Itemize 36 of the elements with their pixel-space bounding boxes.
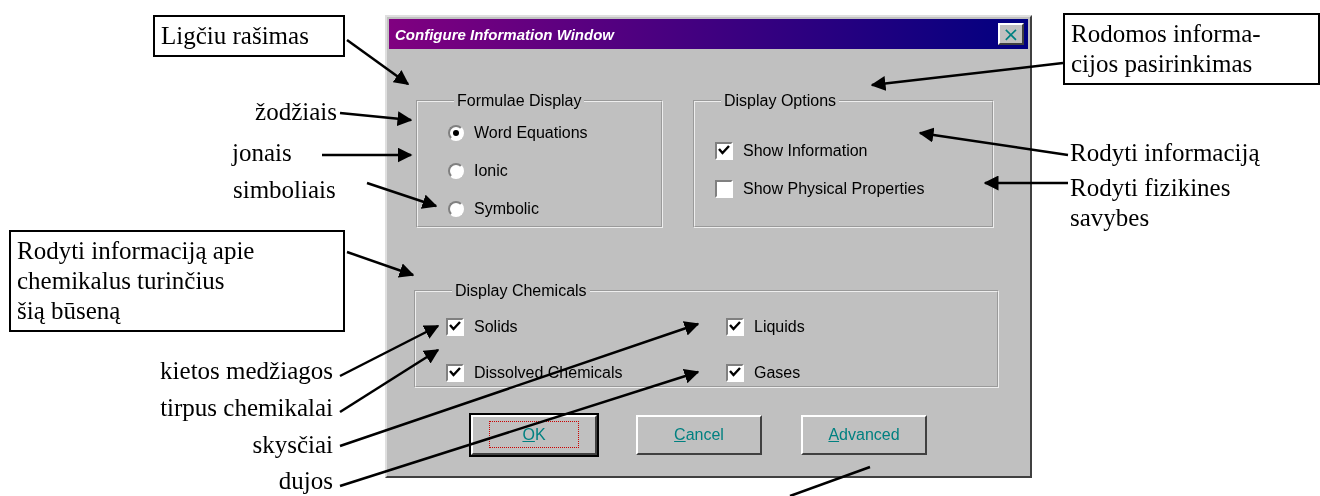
checkbox[interactable] (446, 364, 464, 382)
radio-label[interactable]: Symbolic (474, 200, 539, 218)
radio-button[interactable] (448, 163, 464, 179)
callout-text: skysčiai (252, 430, 333, 460)
callout-text: jonais (232, 138, 292, 168)
radio-button[interactable] (448, 125, 464, 141)
group-title: Formulae Display (456, 92, 583, 110)
callout-text: Rodyti fizikines savybes (1070, 173, 1231, 233)
radio-button[interactable] (448, 201, 464, 217)
checkbox-label[interactable]: Show Physical Properties (743, 180, 925, 198)
checkbox[interactable] (446, 318, 464, 336)
callout-text: Rodyti informaciją (1070, 138, 1260, 168)
arrow (366, 181, 438, 209)
radio-label[interactable]: Word Equations (474, 124, 588, 142)
group-title: Display Chemicals (454, 282, 588, 300)
radio-label[interactable]: Ionic (474, 162, 508, 180)
window-title: Configure Information Window (395, 25, 614, 43)
checkbox[interactable] (726, 318, 744, 336)
checkbox[interactable] (715, 180, 733, 198)
checkbox-label[interactable]: Dissolved Chemicals (474, 364, 623, 382)
callout-text: Rodomos informa- cijos pasirinkimas (1063, 13, 1320, 85)
checkbox-label[interactable]: Gases (754, 364, 801, 382)
group-title: Display Options (723, 92, 838, 110)
callout-text: Ligčiu rašimas (153, 15, 345, 57)
checkbox-label[interactable]: Show Information (743, 142, 868, 160)
callout-text: kietos medžiagos (160, 356, 333, 386)
checkbox[interactable] (715, 142, 733, 160)
checkbox[interactable] (726, 364, 744, 382)
checkbox-label[interactable]: Solids (474, 318, 518, 336)
callout-text: tirpus chemikalai (160, 393, 333, 423)
callout-text: dujos (278, 466, 333, 496)
arrow (346, 250, 415, 278)
checkbox-label[interactable]: Liquids (754, 318, 805, 336)
callout-text: simboliais (233, 175, 336, 205)
callout-text: žodžiais (255, 97, 337, 127)
callout-text: Rodyti informaciją apie chemikalus turinčius šią būseną (9, 230, 345, 332)
